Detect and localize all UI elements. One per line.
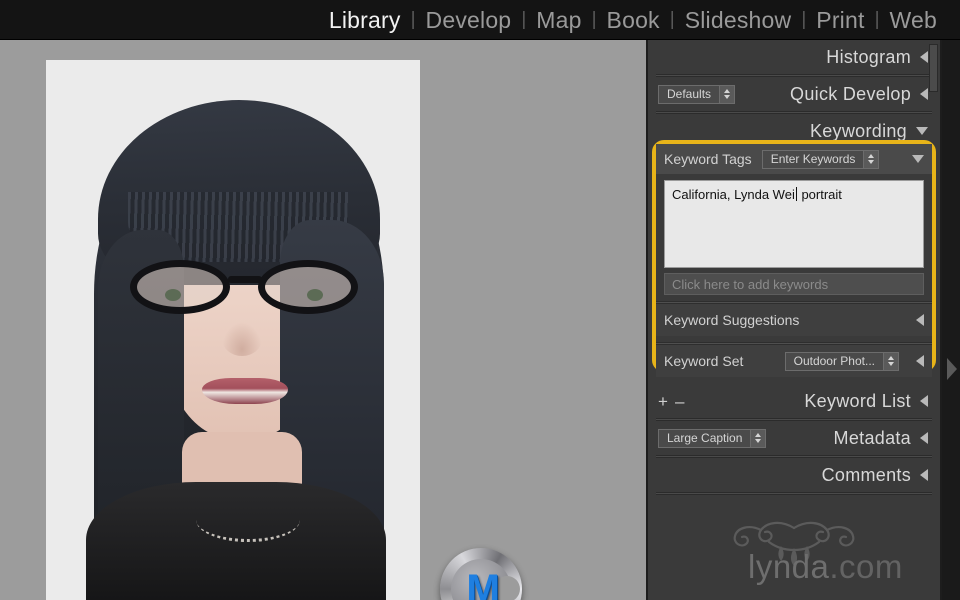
panel-title-comments: Comments [821,464,911,485]
metadata-preset-value: Large Caption [667,431,743,445]
keyword-suggestions-label: Keyword Suggestions [664,312,800,328]
chevron-left-icon[interactable] [920,395,928,407]
module-item-web[interactable]: Web [881,5,946,35]
chevron-left-icon[interactable] [920,469,928,481]
module-item-book[interactable]: Book [598,5,669,35]
module-picker-bar: Library | Develop | Map | Book | Slidesh… [0,0,960,40]
caret-up-icon [755,433,762,437]
module-item-print[interactable]: Print [807,5,873,35]
add-keywords-field[interactable]: Click here to add keywords [664,273,924,295]
stepper-icon[interactable] [863,150,879,168]
keyword-text-before-caret: California, Lynda Wei [672,187,795,202]
keyword-tags-label: Keyword Tags [664,151,752,167]
chevron-left-icon[interactable] [920,51,928,63]
keyword-set-label: Keyword Set [664,353,744,369]
panel-header-keyword-list[interactable]: + – Keyword List [648,384,940,418]
panel-collapse-arrow-icon[interactable] [947,358,957,380]
keyword-tags-textarea[interactable]: California, Lynda Wei portrait [664,180,924,268]
keyword-tags-row: Keyword Tags Enter Keywords [656,144,932,174]
module-item-map[interactable]: Map [527,5,590,35]
chevron-left-icon[interactable] [920,432,928,444]
panel-header-metadata[interactable]: Large Caption Metadata [648,421,940,455]
keywording-section-highlight: Keyword Tags Enter Keywords California, … [652,140,936,377]
watermark-main: lynda [748,548,830,585]
module-item-library[interactable]: Library [320,5,410,35]
module-item-slideshow[interactable]: Slideshow [676,5,801,35]
lightroom-window: Library | Develop | Map | Book | Slidesh… [0,0,960,600]
caret-down-icon [755,439,762,443]
photo-image[interactable] [46,60,420,600]
lynda-watermark: lynda.com [748,548,903,586]
panel-gutter [942,40,960,600]
panel-title-metadata: Metadata [833,427,911,448]
stepper-icon[interactable] [750,429,766,447]
quick-develop-preset-value: Defaults [667,87,712,101]
photo-eyeglasses [130,256,358,318]
photo-glasses-bridge [228,276,262,283]
photo-eye-left [165,289,181,301]
panel-header-comments[interactable]: Comments [648,458,940,492]
loupe-view-area[interactable]: M [0,40,646,600]
keyword-tags-mode-value: Enter Keywords [770,152,856,166]
metadata-preset-dropdown[interactable]: Large Caption [658,428,767,448]
panel-title-keyword-list: Keyword List [804,390,911,411]
photo-lens-right [258,260,358,314]
caret-up-icon [724,89,731,93]
caret-up-icon [888,356,894,360]
chevron-down-icon[interactable] [912,155,924,163]
module-separator: | [521,8,527,30]
video-badge-logo: M [440,548,522,600]
stepper-icon[interactable] [719,85,735,103]
remove-keyword-button[interactable]: – [675,393,684,410]
panel-header-quick-develop[interactable]: Defaults Quick Develop [648,77,940,111]
add-keyword-button[interactable]: + [658,393,668,410]
photo-lens-left [130,260,230,314]
add-keywords-placeholder: Click here to add keywords [672,276,829,292]
panel-title-histogram: Histogram [826,46,911,67]
chevron-left-icon[interactable] [920,88,928,100]
panel-title-quick-develop: Quick Develop [790,83,911,104]
panel-scrollbar-thumb[interactable] [929,44,938,92]
caret-down-icon [724,95,731,99]
stepper-icon[interactable] [883,352,898,370]
caret-down-icon [868,160,875,164]
panel-divider [656,492,932,495]
module-separator: | [591,8,597,30]
photo-nose [222,322,262,356]
keyword-set-row[interactable]: Keyword Set Outdoor Phot... [656,345,932,377]
module-separator: | [874,8,880,30]
chevron-down-icon[interactable] [916,127,928,135]
text-caret [795,187,797,201]
watermark-suffix: .com [829,548,903,585]
caret-down-icon [888,362,894,366]
photo-eye-right [307,289,323,301]
module-separator: | [410,8,416,30]
chevron-left-icon[interactable] [916,314,924,326]
right-panel: Histogram Defaults Quick Develop Keyword… [646,40,960,600]
module-separator: | [669,8,675,30]
right-panel-content: Histogram Defaults Quick Develop Keyword… [648,40,940,600]
caret-up-icon [868,154,875,158]
module-item-develop[interactable]: Develop [417,5,521,35]
chevron-left-icon[interactable] [916,355,924,367]
panel-title-keywording: Keywording [809,120,907,141]
photo-mouth [202,378,288,404]
quick-develop-preset-dropdown[interactable]: Defaults [658,84,736,104]
module-separator: | [801,8,807,30]
keyword-text-after-caret: portrait [797,187,842,202]
panel-header-histogram[interactable]: Histogram [648,40,940,74]
keyword-set-value: Outdoor Phot... [793,354,875,368]
keyword-tags-mode-dropdown[interactable]: Enter Keywords [761,149,880,169]
keyword-suggestions-row[interactable]: Keyword Suggestions [656,304,932,336]
badge-letter: M [466,567,500,600]
keyword-set-dropdown[interactable]: Outdoor Phot... [784,351,899,371]
